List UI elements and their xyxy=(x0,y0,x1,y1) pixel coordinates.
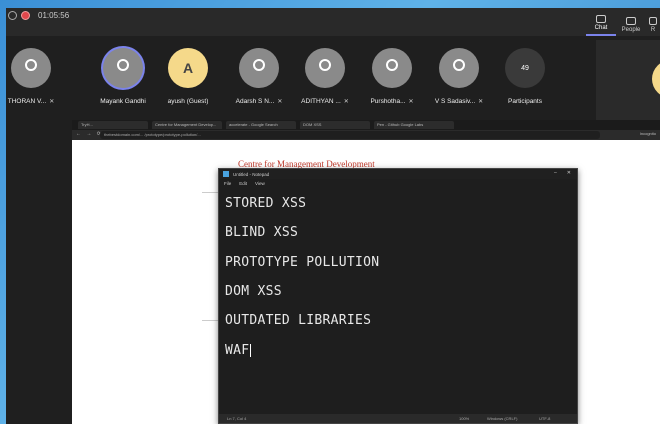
top-tabs: Chat People R xyxy=(586,8,660,36)
participants-count-badge: 49 xyxy=(505,48,545,88)
teams-meeting-window: 01:05:56 Chat People R THORAN V... ✕ Maya… xyxy=(6,8,660,424)
browser-tab[interactable]: accelerate - Google Search xyxy=(226,121,296,129)
meeting-timer: 01:05:56 xyxy=(38,10,70,20)
browser-tab[interactable]: Pen - Github Google Labs xyxy=(374,121,454,129)
participant-tile[interactable]: THORAN V... ✕ xyxy=(6,48,66,105)
participants-strip: THORAN V... ✕ Mayank Gandhi A ayush (Gues… xyxy=(6,40,596,120)
url-field[interactable]: thebestdomain.com/... /prototype/prototy… xyxy=(100,131,600,139)
participant-tile[interactable]: A ayush (Guest) xyxy=(153,48,223,105)
person-icon xyxy=(25,59,37,71)
notepad-text-area[interactable]: STORED XSS BLIND XSS PROTOTYPE POLLUTION… xyxy=(225,189,565,365)
person-icon xyxy=(386,59,398,71)
notepad-title-bar: Untitled - Notepad – ✕ xyxy=(219,169,577,179)
participant-tile[interactable]: ADITHYAN ... ✕ xyxy=(290,48,360,105)
mic-off-icon: ✕ xyxy=(277,99,283,105)
participant-tile[interactable]: V S Sadasiv... ✕ xyxy=(424,48,494,105)
browser-address-bar: ← → ⟳ thebestdomain.com/... /prototype/p… xyxy=(72,130,660,140)
profile-indicator[interactable]: Incognito xyxy=(640,131,656,136)
window-controls: – ✕ xyxy=(554,170,571,176)
participant-tile[interactable]: Adarsh S N... ✕ xyxy=(224,48,294,105)
mic-off-icon: ✕ xyxy=(49,99,55,105)
browser-tab-bar: TryH... Centre for Management Develop...… xyxy=(72,120,660,130)
avatar xyxy=(372,48,412,88)
close-icon[interactable]: ✕ xyxy=(567,170,571,176)
menu-file[interactable]: File xyxy=(224,181,231,186)
menu-view[interactable]: View xyxy=(255,181,265,186)
nav-arrows-icon[interactable]: ← → ⟳ xyxy=(76,131,103,137)
person-icon xyxy=(319,59,331,71)
people-icon xyxy=(626,17,636,25)
avatar xyxy=(11,48,51,88)
mic-off-icon: ✕ xyxy=(478,99,484,105)
person-icon xyxy=(253,59,265,71)
zoom-level: 100% xyxy=(459,416,470,421)
shared-screen: TryH... Centre for Management Develop...… xyxy=(72,120,660,424)
cursor-position: Ln 7, Col 4 xyxy=(227,416,247,421)
text-line: DOM XSS xyxy=(225,284,282,300)
menu-edit[interactable]: Edit xyxy=(239,181,247,186)
chat-icon xyxy=(596,15,606,23)
minimize-icon[interactable]: – xyxy=(554,170,557,176)
tab-people[interactable]: People xyxy=(616,8,646,36)
text-line: STORED XSS xyxy=(225,196,307,212)
recording-indicator: 01:05:56 xyxy=(6,8,69,22)
text-line: OUTDATED LIBRARIES xyxy=(225,313,372,329)
avatar: A xyxy=(168,48,208,88)
participants-count-tile[interactable]: 49 Participants xyxy=(490,48,560,105)
mic-off-icon: ✕ xyxy=(408,99,414,105)
line-endings: Windows (CRLF) xyxy=(487,416,518,421)
notepad-title: Untitled - Notepad xyxy=(233,171,270,177)
notepad-icon xyxy=(223,171,229,177)
avatar xyxy=(439,48,479,88)
browser-tab[interactable]: Centre for Management Develop... xyxy=(152,121,222,129)
encoding: UTF-8 xyxy=(539,416,551,421)
timer-icon xyxy=(8,10,17,20)
mic-off-icon: ✕ xyxy=(343,99,349,105)
person-icon xyxy=(453,59,465,71)
self-view-panel: N xyxy=(596,40,660,122)
notepad-window[interactable]: Untitled - Notepad – ✕ File Edit View ST… xyxy=(218,168,578,424)
recording-dot-icon xyxy=(21,10,30,20)
notepad-menu-bar: File Edit View xyxy=(219,179,577,188)
browser-tab[interactable]: TryH... xyxy=(78,121,148,129)
text-line-last: WAF xyxy=(225,342,252,358)
participant-tile[interactable]: Mayank Gandhi xyxy=(88,48,158,105)
text-caret xyxy=(250,343,252,357)
meeting-top-bar: 01:05:56 Chat People R xyxy=(6,8,660,36)
text-line: BLIND XSS xyxy=(225,225,299,241)
hand-icon xyxy=(649,17,657,25)
notepad-status-bar: Ln 7, Col 4 100% Windows (CRLF) UTF-8 xyxy=(219,414,577,423)
avatar xyxy=(239,48,279,88)
tab-raise[interactable]: R xyxy=(646,8,660,36)
avatar xyxy=(305,48,345,88)
self-avatar: N xyxy=(652,60,660,98)
avatar xyxy=(103,48,143,88)
text-line: PROTOTYPE POLLUTION xyxy=(225,254,380,270)
tab-chat[interactable]: Chat xyxy=(586,8,616,36)
browser-tab[interactable]: DOM XSS xyxy=(300,121,370,129)
person-icon xyxy=(117,59,129,71)
participant-tile[interactable]: Purshotha... ✕ xyxy=(357,48,427,105)
